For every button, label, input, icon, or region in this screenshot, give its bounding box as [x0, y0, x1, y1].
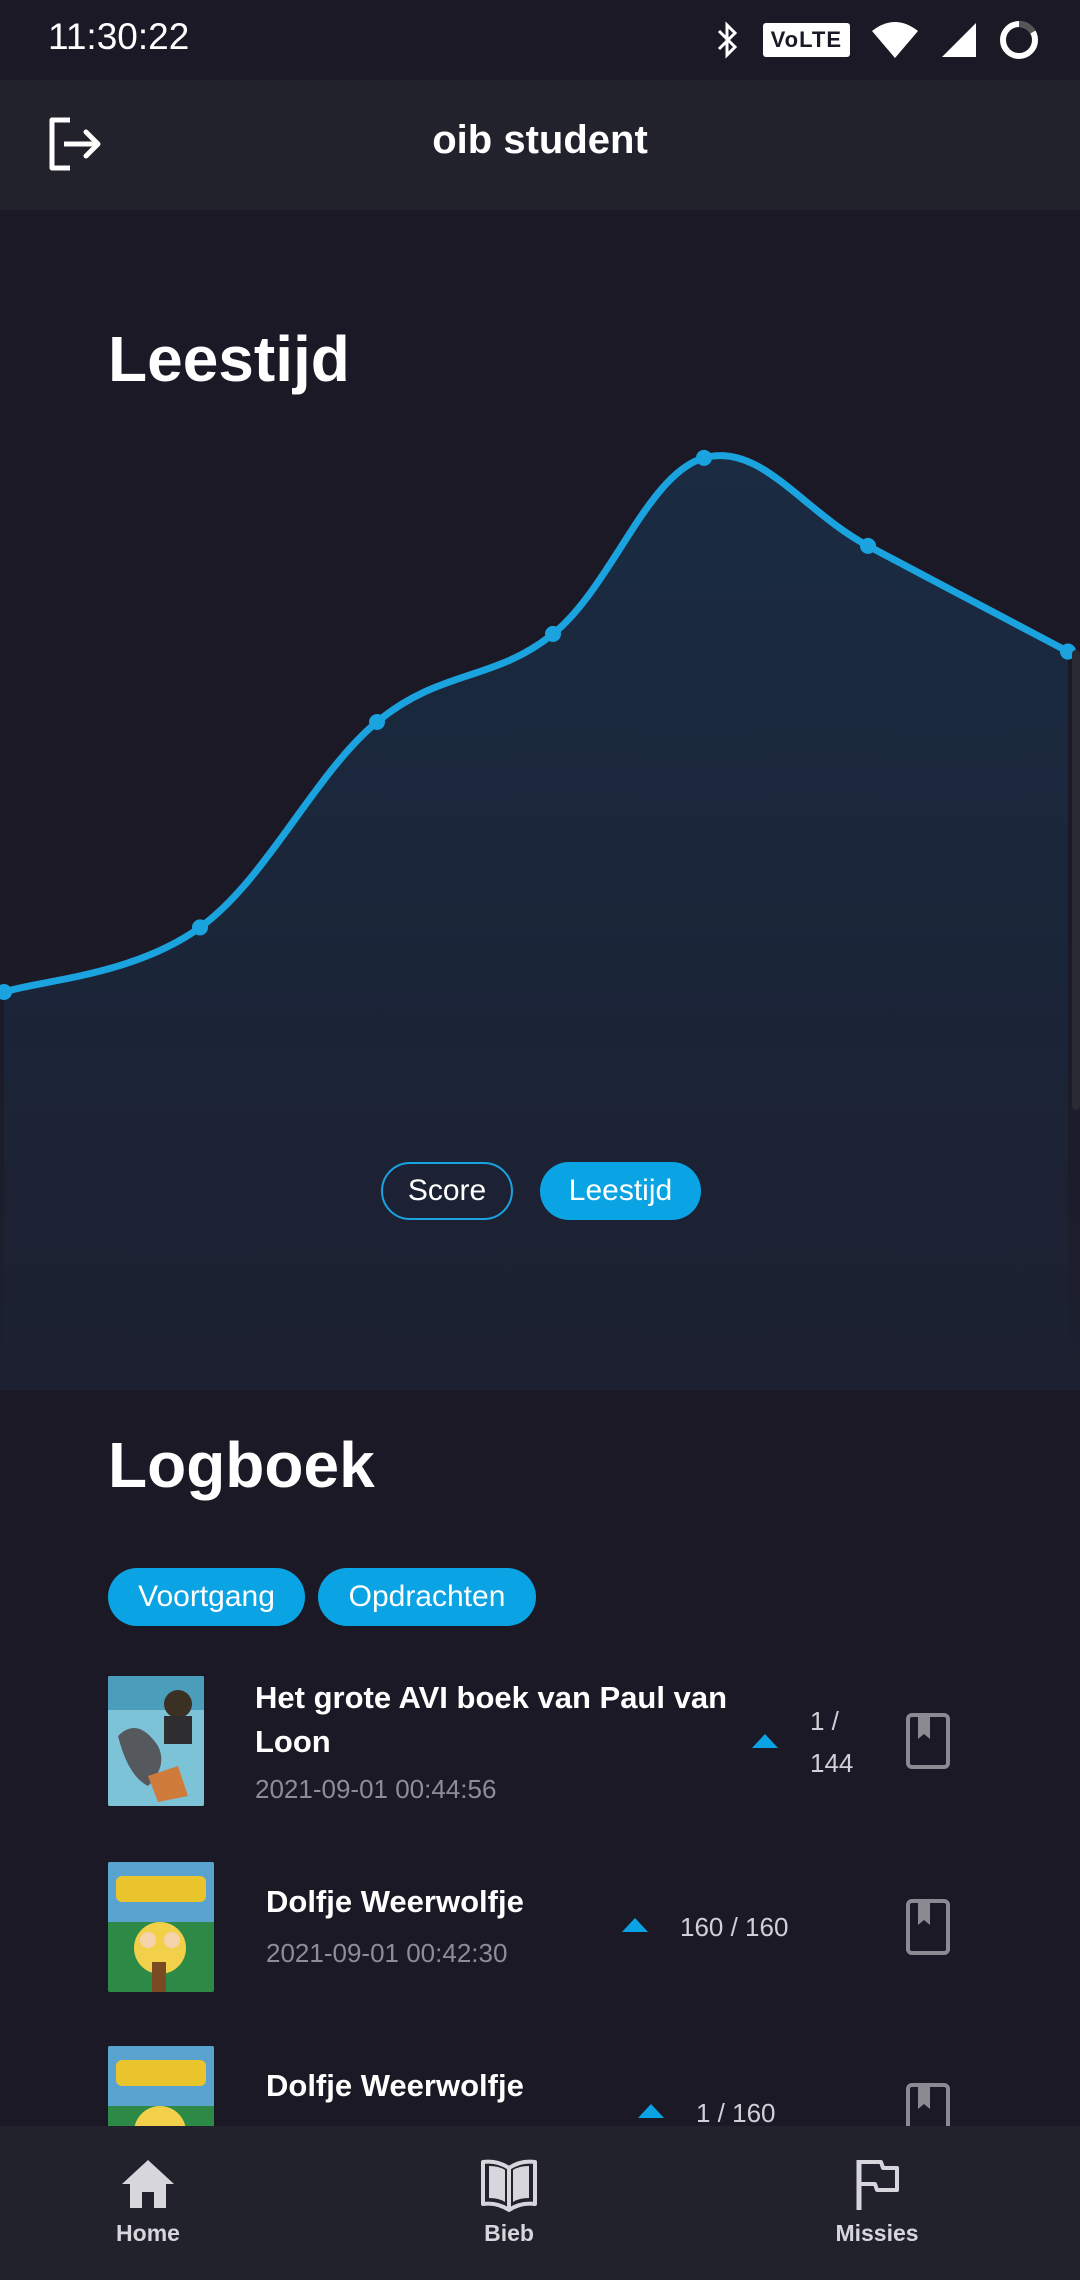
chart-point[interactable]	[860, 537, 876, 554]
book-open-icon	[481, 2159, 537, 2212]
nav-home-label: Home	[116, 2220, 180, 2246]
chart-point[interactable]	[369, 713, 385, 730]
nav-missies-label: Missies	[835, 2220, 919, 2246]
book-title: Het grote AVI boek van Paul van	[255, 1680, 728, 1715]
toggle-leestijd[interactable]: Leestijd	[540, 1162, 701, 1220]
book-cover-image	[108, 1676, 204, 1806]
chart-area	[4, 455, 1068, 1390]
nav-bieb[interactable]: Bieb	[409, 2126, 609, 2280]
log-entry[interactable]: Het grote AVI boek van Paul van Loon 202…	[108, 1676, 988, 1816]
app-bar: oib student	[0, 80, 1080, 210]
book-title: Dolfje Weerwolfje	[266, 2068, 524, 2103]
home-icon	[122, 2160, 174, 2208]
arrow-up-icon	[638, 2104, 664, 2118]
entry-date: 2021-09-01 00:42:30	[266, 1938, 508, 1968]
chart-point[interactable]	[696, 449, 712, 466]
battery-ring-icon	[1000, 20, 1038, 59]
progress-total: 144	[810, 1748, 854, 1778]
bluetooth-icon	[717, 21, 737, 59]
progress-count: 160 / 160	[680, 1912, 789, 1942]
bookmark-icon[interactable]	[906, 1899, 950, 1955]
leestijd-chart	[0, 449, 1076, 1390]
arrow-up-icon	[752, 1734, 778, 1748]
tab-opdrachten[interactable]: Opdrachten	[318, 1568, 536, 1626]
volte-badge: VoLTE	[762, 23, 850, 57]
logbook-title: Logboek	[108, 1429, 375, 1501]
tab-voortgang[interactable]: Voortgang	[108, 1568, 305, 1626]
scrollbar[interactable]	[1072, 650, 1080, 1110]
status-icons: VoLTE	[713, 18, 1040, 62]
bottom-nav: Home Bieb Missies	[0, 2126, 1080, 2280]
book-title-cont: Loon	[255, 1724, 331, 1759]
bookmark-icon[interactable]	[906, 1713, 950, 1769]
arrow-up-icon	[622, 1918, 648, 1932]
chart-section: Leestijd Score Leestijd	[0, 210, 1080, 1390]
nav-home[interactable]: Home	[48, 2126, 248, 2280]
status-time: 11:30:22	[48, 16, 190, 57]
book-title: Dolfje Weerwolfje	[266, 1884, 524, 1919]
log-entry[interactable]: Dolfje Weerwolfje 2021-09-01 00:42:30 16…	[108, 1862, 988, 2002]
toggle-score[interactable]: Score	[381, 1162, 513, 1220]
nav-bieb-label: Bieb	[484, 2220, 534, 2246]
wifi-icon	[872, 22, 918, 58]
book-cover-image	[108, 1862, 214, 1992]
signal-icon	[942, 23, 976, 57]
app-title: oib student	[432, 118, 648, 162]
progress-count: 1 /	[810, 1706, 839, 1736]
nav-missies[interactable]: Missies	[777, 2126, 977, 2280]
chart-point[interactable]	[192, 919, 208, 936]
chart-point[interactable]	[545, 625, 561, 642]
entry-date: 2021-09-01 00:44:56	[255, 1774, 497, 1804]
flag-icon	[856, 2160, 899, 2210]
status-bar: 11:30:22 VoLTE	[0, 0, 1080, 80]
